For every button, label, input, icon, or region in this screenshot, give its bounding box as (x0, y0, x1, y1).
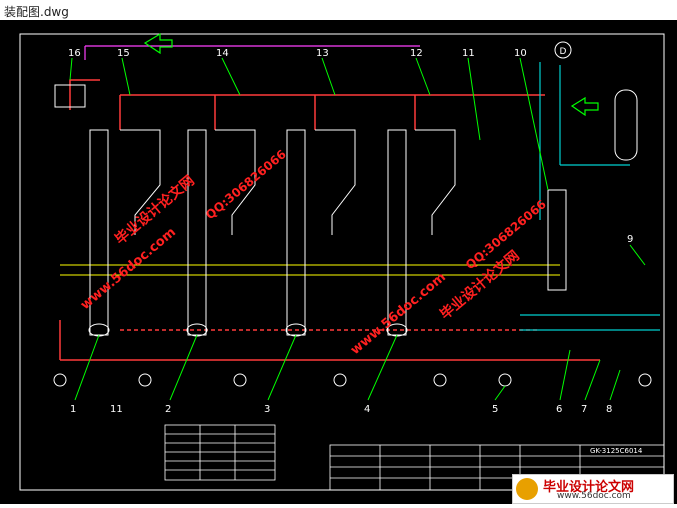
water-lines (520, 62, 660, 331)
watermark-qq: QQ:306826066 (203, 147, 289, 222)
drawing-number: GK-3125C6014 (590, 447, 643, 455)
logo-mark-icon (516, 478, 538, 500)
drawing-frame (19, 33, 665, 491)
part-label: 11 (462, 48, 475, 59)
part-label: 6 (556, 404, 562, 415)
part-label: 5 (492, 404, 498, 415)
part-label: 14 (216, 48, 229, 59)
part-label: 9 (627, 234, 633, 245)
part-label: 4 (364, 404, 370, 415)
footer-logo: 毕业设计论文网 www.56doc.com (512, 474, 674, 504)
part-label: 11 (110, 404, 123, 415)
part-label: 2 (165, 404, 171, 415)
effect-2 (186, 129, 256, 337)
part-label: 10 (514, 48, 527, 59)
tank (614, 89, 638, 161)
part-label: 8 (606, 404, 612, 415)
watermarks: 毕业设计论文网 www.56doc.com QQ:306826066 毕业设计论… (78, 147, 549, 358)
part-label: 3 (264, 404, 270, 415)
part-label: 13 (316, 48, 329, 59)
part-label: 1 (70, 404, 76, 415)
pump-symbol-label: D (560, 47, 567, 57)
part-label: 12 (410, 48, 423, 59)
inlet-arrow (143, 32, 173, 55)
part-label: 15 (117, 48, 130, 59)
window-titlebar: 装配图.dwg (0, 0, 677, 21)
effect-3 (285, 129, 356, 337)
legend-table (164, 424, 276, 481)
part-labels-bottom: 1 11 2 3 4 5 6 7 8 9 (70, 234, 633, 415)
part-labels-top: 16 15 14 13 12 11 10 (68, 48, 527, 59)
footer-url: www.56doc.com (557, 491, 631, 501)
condensate-lines (84, 45, 420, 60)
watermark-site: www.56doc.com (348, 270, 449, 358)
outlet-arrow (570, 96, 599, 117)
cad-canvas[interactable]: D 16 15 14 13 12 11 10 1 11 2 3 4 5 6 7 … (0, 20, 677, 504)
file-title: 装配图.dwg (4, 5, 69, 19)
part-label: 16 (68, 48, 81, 59)
pumps (53, 373, 652, 387)
part-label: 7 (581, 404, 587, 415)
assembly-drawing: D 16 15 14 13 12 11 10 1 11 2 3 4 5 6 7 … (19, 32, 665, 491)
